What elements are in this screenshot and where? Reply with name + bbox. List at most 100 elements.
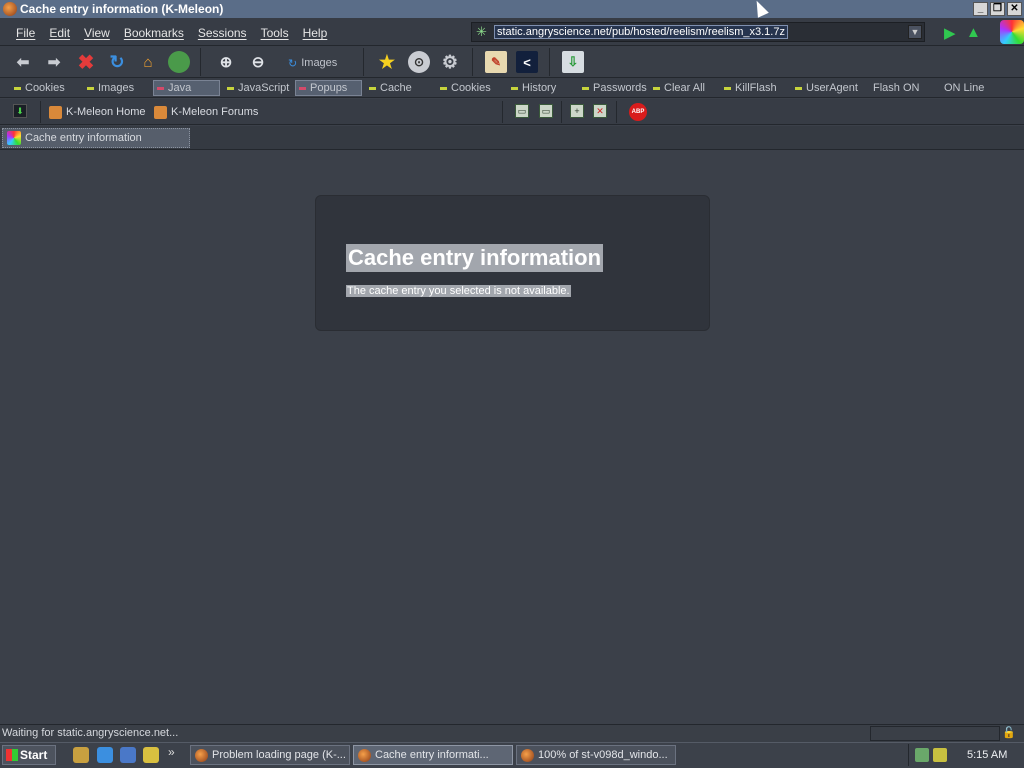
pref-history[interactable]: History bbox=[508, 80, 559, 96]
pref-cookies[interactable]: Cookies bbox=[11, 80, 68, 96]
security-lock-icon[interactable]: 🔓 bbox=[1002, 726, 1022, 741]
menu-edit[interactable]: Edit bbox=[49, 26, 70, 40]
task-favicon-icon bbox=[358, 748, 371, 762]
go-icon[interactable]: ▶ bbox=[944, 24, 956, 42]
close-window-icon[interactable]: ✕ bbox=[593, 104, 607, 118]
toolbar-separator bbox=[200, 48, 201, 76]
toggle-indicator-icon bbox=[724, 86, 731, 90]
pref-clear-cookies[interactable]: Cookies bbox=[437, 80, 494, 96]
pref-useragent[interactable]: UserAgent bbox=[792, 80, 861, 96]
minimize-button[interactable]: _ bbox=[973, 2, 988, 16]
menu-tools[interactable]: Tools bbox=[261, 26, 289, 40]
close-button[interactable]: ✕ bbox=[1007, 2, 1022, 16]
zoom-out-icon[interactable]: ⊖ bbox=[247, 51, 269, 73]
task-label: Cache entry informati... bbox=[375, 749, 489, 761]
toolbar-separator bbox=[616, 101, 617, 123]
bookmark-kmeleon-home[interactable]: K-Meleon Home bbox=[49, 104, 145, 120]
pref-clear-all[interactable]: Clear All bbox=[650, 80, 708, 96]
globe-icon[interactable] bbox=[168, 51, 190, 73]
toolbar-separator bbox=[40, 101, 41, 123]
pref-popups[interactable]: Popups bbox=[295, 80, 362, 96]
pref-passwords[interactable]: Passwords bbox=[579, 80, 650, 96]
stop-icon[interactable]: ✖ bbox=[75, 51, 97, 74]
new-page-icon[interactable]: ✎ bbox=[485, 51, 507, 73]
quicklaunch-desktop-icon[interactable] bbox=[73, 747, 89, 763]
window-title: Cache entry information (K-Meleon) bbox=[20, 2, 224, 16]
images-toggle-icon: ↻ bbox=[288, 57, 298, 70]
address-input[interactable]: static.angryscience.net/pub/hosted/reeli… bbox=[494, 25, 788, 39]
tab-favicon-icon bbox=[7, 131, 21, 145]
bookmark-star-icon[interactable]: ★ bbox=[376, 51, 398, 73]
adblock-icon[interactable]: ABP bbox=[629, 103, 647, 121]
pref-label: Java bbox=[168, 82, 192, 94]
pref-label: Flash ON bbox=[873, 82, 920, 94]
images-button-label: Images bbox=[301, 57, 338, 69]
menu-help[interactable]: Help bbox=[303, 26, 328, 40]
images-button[interactable]: ↻ Images bbox=[288, 54, 337, 72]
task-download-progress[interactable]: 100% of st-v098d_windo... bbox=[516, 745, 676, 765]
quicklaunch-ie-icon[interactable] bbox=[97, 747, 113, 763]
up-icon[interactable]: ▲ bbox=[966, 24, 981, 41]
pref-label: Clear All bbox=[664, 82, 705, 94]
bookmark-label: K-Meleon Home bbox=[66, 106, 146, 118]
toggle-indicator-icon bbox=[299, 86, 306, 90]
pref-images[interactable]: Images bbox=[84, 80, 137, 96]
pref-java[interactable]: Java bbox=[153, 80, 220, 96]
download-manager-icon[interactable]: ⇩ bbox=[562, 51, 584, 73]
toggle-indicator-icon bbox=[87, 86, 94, 90]
status-progress-panel bbox=[870, 726, 1000, 741]
toggle-indicator-icon bbox=[157, 86, 164, 90]
home-icon[interactable]: ⌂ bbox=[137, 51, 159, 73]
tray-network-icon[interactable] bbox=[915, 748, 929, 762]
menu-bookmarks[interactable]: Bookmarks bbox=[124, 26, 184, 40]
pref-label: History bbox=[522, 82, 557, 94]
window-cascade-icon[interactable]: ▭ bbox=[539, 104, 553, 118]
window-tile-icon[interactable]: ▭ bbox=[515, 104, 529, 118]
quicklaunch-more-icon[interactable]: » bbox=[168, 745, 175, 759]
zoom-in-icon[interactable]: ⊕ bbox=[215, 51, 237, 73]
error-container: Cache entry information The cache entry … bbox=[315, 195, 710, 331]
toggle-indicator-icon bbox=[227, 86, 234, 90]
menu-sessions[interactable]: Sessions bbox=[198, 26, 247, 40]
toggle-indicator-icon bbox=[14, 86, 21, 90]
forward-icon[interactable]: ➡ bbox=[43, 51, 65, 73]
windows-logo-icon bbox=[6, 749, 18, 761]
history-icon[interactable]: ⊙ bbox=[408, 51, 430, 73]
start-button[interactable]: Start bbox=[2, 745, 56, 765]
menu-file[interactable]: File bbox=[16, 26, 35, 40]
tab-cache-entry[interactable]: Cache entry information bbox=[2, 128, 190, 148]
task-problem-loading[interactable]: Problem loading page (K-... bbox=[190, 745, 350, 765]
settings-gear-icon[interactable]: ⚙ bbox=[439, 51, 461, 73]
download-arrow-icon[interactable]: ⬇ bbox=[13, 104, 27, 118]
reload-icon[interactable]: ↻ bbox=[106, 51, 128, 73]
address-bar[interactable]: ✳ static.angryscience.net/pub/hosted/ree… bbox=[471, 22, 925, 42]
restore-button[interactable]: ❐ bbox=[990, 2, 1005, 16]
pref-javascript[interactable]: JavaScript bbox=[224, 80, 292, 96]
pref-flash-on[interactable]: Flash ON bbox=[870, 80, 922, 96]
quicklaunch-search-icon[interactable] bbox=[143, 747, 159, 763]
address-dropdown-icon[interactable]: ▼ bbox=[908, 25, 922, 39]
pref-label: Passwords bbox=[593, 82, 647, 94]
pref-label: KillFlash bbox=[735, 82, 777, 94]
clock[interactable]: 5:15 AM bbox=[967, 749, 1007, 761]
pref-killflash[interactable]: KillFlash bbox=[721, 80, 780, 96]
window-controls: _ ❐ ✕ bbox=[973, 2, 1022, 16]
k-meleon-icon[interactable] bbox=[3, 2, 17, 16]
pref-label: Cookies bbox=[451, 82, 491, 94]
toolbar-separator bbox=[472, 48, 473, 76]
new-window-icon[interactable]: + bbox=[570, 104, 584, 118]
pref-online[interactable]: ON Line bbox=[941, 80, 987, 96]
pref-cache[interactable]: Cache bbox=[366, 80, 415, 96]
tray-app-icon[interactable] bbox=[933, 748, 947, 762]
bookmark-kmeleon-forums[interactable]: K-Meleon Forums bbox=[154, 104, 258, 120]
toggle-indicator-icon bbox=[653, 86, 660, 90]
pref-label: Popups bbox=[310, 82, 348, 94]
toolbar-separator bbox=[561, 101, 562, 123]
quicklaunch-explorer-icon[interactable] bbox=[120, 747, 136, 763]
back-icon[interactable]: ⬅ bbox=[12, 51, 34, 73]
start-label: Start bbox=[20, 748, 48, 762]
task-cache-entry[interactable]: Cache entry informati... bbox=[353, 745, 513, 765]
menu-view[interactable]: View bbox=[84, 26, 110, 40]
sidebar-toggle-icon[interactable]: < bbox=[516, 51, 538, 73]
toggle-indicator-icon bbox=[511, 86, 518, 90]
